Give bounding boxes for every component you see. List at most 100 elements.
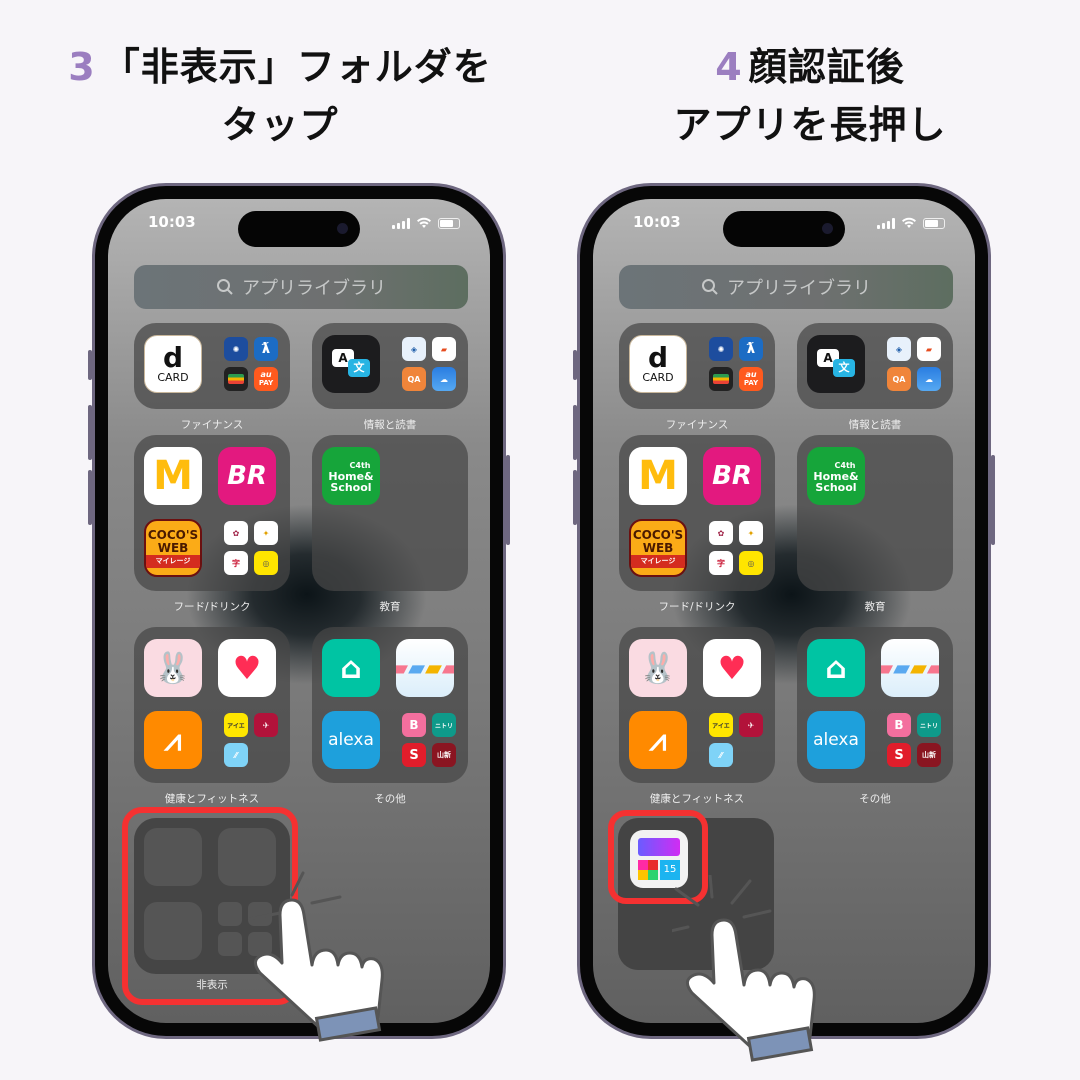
folder-label: 健康とフィットネス	[649, 793, 745, 805]
snowman-app[interactable]: ▰ ▰ ▰ ▰	[881, 639, 939, 697]
b-app[interactable]: B	[402, 713, 426, 737]
bank-app[interactable]: ✺	[709, 337, 733, 361]
status-icons	[877, 217, 945, 229]
nitori-app[interactable]: ニトリ	[917, 713, 941, 737]
folder-label: その他	[374, 793, 406, 805]
folder-info-reading[interactable]: A 文 ◈ ▰ QA ☁	[797, 323, 953, 409]
health-app[interactable]: ♥	[703, 639, 761, 697]
volume-down-button	[573, 470, 577, 525]
alexa-app[interactable]: alexa	[322, 711, 380, 769]
qa-app[interactable]: QA	[887, 367, 911, 391]
folder-food-drink[interactable]: M BR COCO'S WEB マイレージ ✿ ✦ 字 ◎	[619, 435, 775, 591]
step-4-heading: 4 顔認証後 アプリを長押し	[540, 38, 1080, 154]
power-button	[506, 455, 510, 545]
r-app[interactable]: ƛ	[254, 337, 278, 361]
alexa-app[interactable]: alexa	[807, 711, 865, 769]
food-app-2[interactable]: ✦	[739, 521, 763, 545]
folder-education[interactable]: C4th Home& School	[797, 435, 953, 591]
food-app-3[interactable]: 字	[224, 551, 248, 575]
c4th-app[interactable]: C4th Home& School	[807, 447, 865, 505]
status-icons	[392, 217, 460, 229]
food-app-1[interactable]: ✿	[709, 521, 733, 545]
c4th-app[interactable]: C4th Home& School	[322, 447, 380, 505]
b-app[interactable]: B	[887, 713, 911, 737]
folder-finance[interactable]: d CARD ✺ ƛ au PAY	[134, 323, 290, 409]
home-app[interactable]: ⌂	[807, 639, 865, 697]
folder-health-fitness[interactable]: 🐰 ♥ ⩘ アイエ ✈ ⁄⁄	[134, 627, 290, 783]
status-time: 10:03	[148, 213, 196, 231]
fitness-orange-app[interactable]: ⩘	[144, 711, 202, 769]
wallet-app[interactable]	[224, 367, 248, 391]
cocos-app[interactable]: COCO'S WEB マイレージ	[144, 519, 202, 577]
app-library-search[interactable]: アプリライブラリ	[134, 265, 468, 309]
folder-other[interactable]: ⌂ ▰ ▰ ▰ ▰ alexa B ニトリ S 山新	[797, 627, 953, 783]
s-app[interactable]: S	[887, 743, 911, 767]
folder-finance[interactable]: d CARD ✺ ƛ au PAY	[619, 323, 775, 409]
booklive-app[interactable]: ▰	[917, 337, 941, 361]
mcdonalds-app[interactable]: M	[144, 447, 202, 505]
fitness-app-2[interactable]: ✈	[254, 713, 278, 737]
fitness-orange-app[interactable]: ⩘	[629, 711, 687, 769]
dcard-app[interactable]: d CARD	[629, 335, 687, 393]
rabbit-app[interactable]: 🐰	[629, 639, 687, 697]
weather-app[interactable]: ☁	[432, 367, 456, 391]
folder-label: その他	[859, 793, 891, 805]
wallet-app[interactable]	[709, 367, 733, 391]
aupay-app[interactable]: au PAY	[254, 367, 278, 391]
volume-up-button	[573, 405, 577, 460]
bank-app[interactable]: ✺	[224, 337, 248, 361]
folder-other[interactable]: ⌂ ▰ ▰ ▰ ▰ alexa B ニトリ S 山新	[312, 627, 468, 783]
fitness-app-3[interactable]: ⁄⁄	[224, 743, 248, 767]
search-placeholder: アプリライブラリ	[727, 278, 871, 299]
health-app[interactable]: ♥	[218, 639, 276, 697]
mcdonalds-app[interactable]: M	[629, 447, 687, 505]
box-app[interactable]: ◈	[402, 337, 426, 361]
step-title-line1: 顔認証後	[748, 45, 905, 89]
box-app[interactable]: ◈	[887, 337, 911, 361]
folder-info-reading[interactable]: A 文 ◈ ▰ QA ☁	[312, 323, 468, 409]
fitness-app-1[interactable]: アイエ	[224, 713, 248, 737]
r-app[interactable]: ƛ	[739, 337, 763, 361]
weather-app[interactable]: ☁	[917, 367, 941, 391]
action-button	[88, 350, 92, 380]
folder-education[interactable]: C4th Home& School	[312, 435, 468, 591]
food-app-4[interactable]: ◎	[254, 551, 278, 575]
app-library-search[interactable]: アプリライブラリ	[619, 265, 953, 309]
wifi-icon	[417, 217, 431, 228]
booklive-app[interactable]: ▰	[432, 337, 456, 361]
wifi-icon	[902, 217, 916, 228]
folder-food-drink[interactable]: M BR COCO'S WEB マイレージ ✿ ✦ 字 ◎	[134, 435, 290, 591]
br-app[interactable]: BR	[703, 447, 761, 505]
qa-app[interactable]: QA	[402, 367, 426, 391]
food-app-1[interactable]: ✿	[224, 521, 248, 545]
hand-pointer-icon	[672, 875, 816, 1062]
step-title-line1: 「非表示」フォルダを	[101, 45, 492, 89]
s-app[interactable]: S	[402, 743, 426, 767]
food-app-4[interactable]: ◎	[739, 551, 763, 575]
fitness-app-2[interactable]: ✈	[739, 713, 763, 737]
step-number: 3	[68, 45, 96, 89]
dcard-app[interactable]: d CARD	[144, 335, 202, 393]
folder-health-fitness[interactable]: 🐰 ♥ ⩘ アイエ ✈ ⁄⁄	[619, 627, 775, 783]
volume-down-button	[88, 470, 92, 525]
br-app[interactable]: BR	[218, 447, 276, 505]
translate-app[interactable]: A 文	[322, 335, 380, 393]
signal-icon	[877, 217, 895, 229]
yamashin-app[interactable]: 山新	[917, 743, 941, 767]
nitori-app[interactable]: ニトリ	[432, 713, 456, 737]
rabbit-app[interactable]: 🐰	[144, 639, 202, 697]
signal-icon	[392, 217, 410, 229]
food-app-2[interactable]: ✦	[254, 521, 278, 545]
aupay-app[interactable]: au PAY	[739, 367, 763, 391]
food-app-3[interactable]: 字	[709, 551, 733, 575]
home-app[interactable]: ⌂	[322, 639, 380, 697]
cocos-app[interactable]: COCO'S WEB マイレージ	[629, 519, 687, 577]
translate-app[interactable]: A 文	[807, 335, 865, 393]
search-icon	[217, 279, 233, 295]
fitness-app-1[interactable]: アイエ	[709, 713, 733, 737]
folder-label: ファイナンス	[665, 419, 729, 431]
fitness-app-3[interactable]: ⁄⁄	[709, 743, 733, 767]
snowman-app[interactable]: ▰ ▰ ▰ ▰	[396, 639, 454, 697]
folder-label: フード/ドリンク	[173, 601, 251, 613]
yamashin-app[interactable]: 山新	[432, 743, 456, 767]
